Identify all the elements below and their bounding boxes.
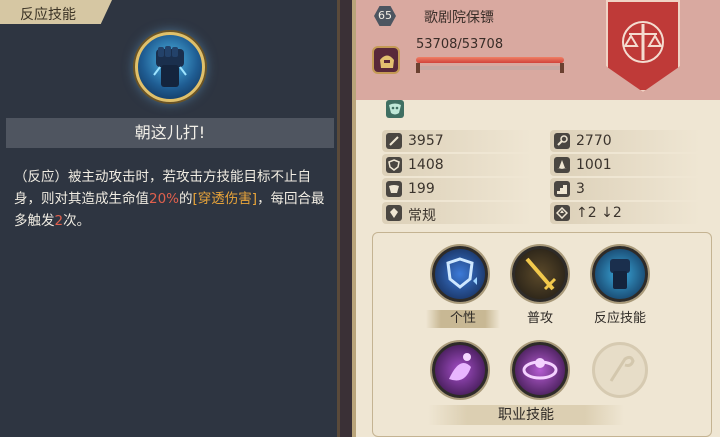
golden-sword-icon[interactable] bbox=[512, 246, 568, 302]
hp-marker-right bbox=[560, 63, 564, 73]
shield-icon bbox=[386, 157, 402, 173]
skill-type-tab: 反应技能 bbox=[0, 0, 112, 24]
skill-label-basic-attack[interactable]: 普攻 bbox=[506, 310, 574, 328]
purple-mask-icon[interactable] bbox=[432, 342, 488, 398]
purple-dancer-icon[interactable] bbox=[512, 342, 568, 398]
raised-fist-icon[interactable] bbox=[592, 246, 648, 302]
mask-icon[interactable] bbox=[386, 100, 404, 118]
unit-info-panel: 65 歌剧院保镖 53708/53708 3957 2770 1408 1001… bbox=[352, 0, 720, 437]
unit-name: 歌剧院保镖 bbox=[424, 10, 494, 26]
sword-icon bbox=[386, 133, 402, 149]
stat-magic-attack: 2770 bbox=[550, 130, 700, 152]
skill-description: （反应）被主动攻击时，若攻击方技能目标不止自身，则对其造成生命值20%的[穿透伤… bbox=[14, 169, 325, 229]
locked-skill-icon bbox=[592, 342, 648, 398]
hp-marker-left bbox=[416, 63, 420, 73]
skill-detail-panel: 反应技能 朝这儿打! （反应）被主动攻击时，若攻击方技能目标不止自身，则对其造成… bbox=[0, 0, 340, 437]
boot-icon bbox=[386, 181, 402, 197]
stat-speed: 199 bbox=[382, 178, 532, 200]
stat-attack: 3957 bbox=[382, 130, 532, 152]
skill-title: 朝这儿打! bbox=[6, 118, 334, 148]
stat-move-type: 常规 bbox=[382, 202, 532, 224]
movement-icon bbox=[386, 205, 402, 221]
stat-defense: 1408 bbox=[382, 154, 532, 176]
hp-percent: 20% bbox=[149, 191, 180, 207]
hp-sub-bar bbox=[416, 63, 564, 73]
wizard-hat-icon bbox=[554, 157, 570, 173]
level-badge: 65 bbox=[374, 6, 396, 26]
trigger-count: 2 bbox=[54, 213, 64, 229]
class-skills-label: 职业技能 bbox=[428, 405, 624, 425]
hp-bar-fill bbox=[416, 57, 564, 63]
shield-buff-icon[interactable] bbox=[432, 246, 488, 302]
unit-header: 65 歌剧院保镖 53708/53708 bbox=[356, 0, 720, 100]
skill-label-reaction[interactable]: 反应技能 bbox=[582, 310, 658, 328]
magic-wand-icon bbox=[554, 133, 570, 149]
scales-crest-icon bbox=[606, 0, 680, 92]
stat-magic-defense: 1001 bbox=[550, 154, 700, 176]
raised-fist-icon bbox=[135, 32, 205, 102]
damage-type-link[interactable]: [穿透伤害] bbox=[193, 191, 258, 207]
stat-jump: ↑2 ↓2 bbox=[550, 202, 700, 224]
hp-bar bbox=[416, 57, 564, 63]
stairs-icon bbox=[554, 181, 570, 197]
helmet-icon bbox=[372, 46, 400, 74]
stat-move: 3 bbox=[550, 178, 700, 200]
hp-text: 53708/53708 bbox=[416, 37, 504, 52]
jump-icon bbox=[554, 205, 570, 221]
skill-label-trait[interactable]: 个性 bbox=[426, 310, 500, 328]
